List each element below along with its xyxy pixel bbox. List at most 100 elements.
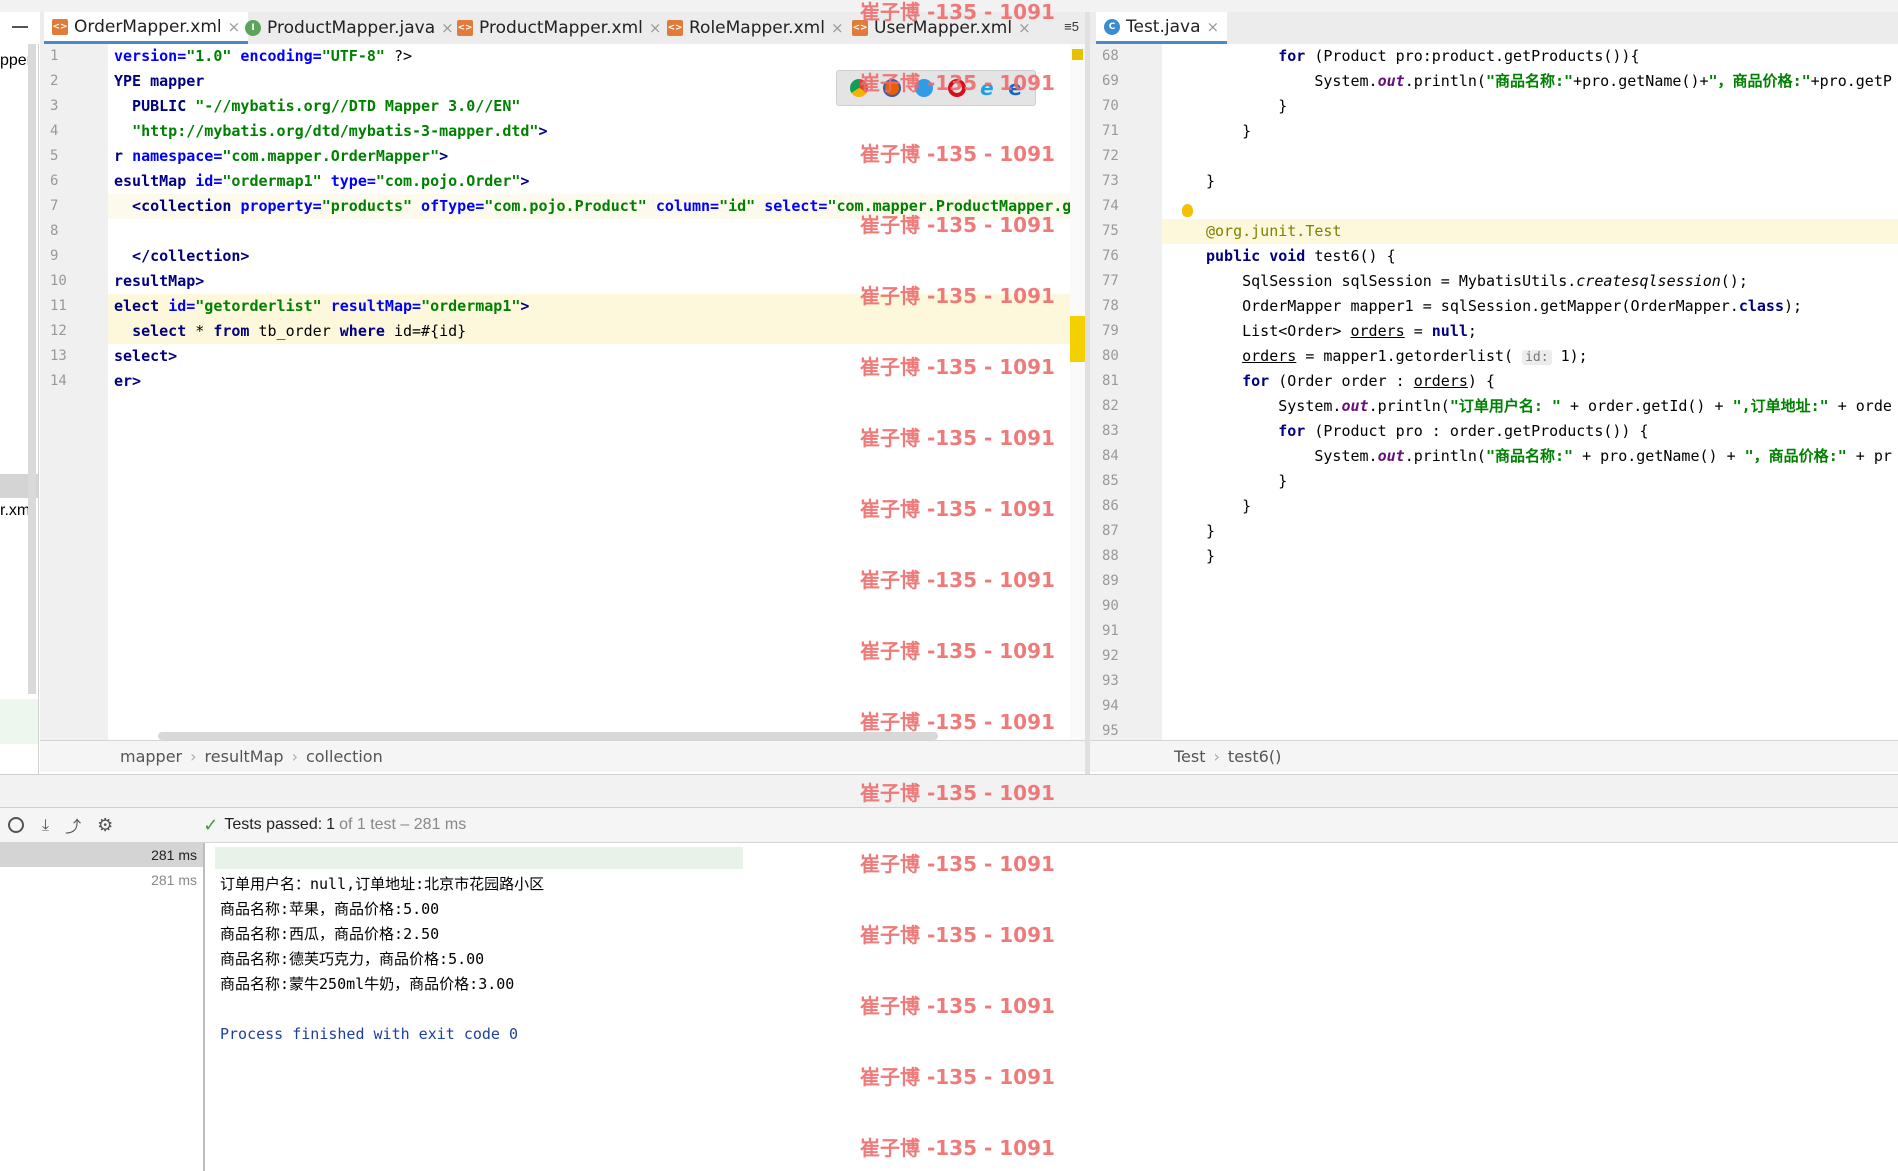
code-line: } — [1206, 519, 1215, 544]
line-number: 3 — [50, 98, 59, 114]
history-icon[interactable] — [8, 817, 24, 833]
code-token: from — [213, 322, 250, 340]
right-breadcrumb: Test › test6() — [1090, 740, 1898, 772]
editor-tab[interactable]: <> OrderMapper.xml × — [44, 12, 249, 44]
code-token: void — [1269, 247, 1306, 265]
code-token: </collection> — [114, 247, 250, 265]
code-token: type= — [321, 172, 376, 190]
code-token: "com.pojo.Order" — [375, 172, 521, 190]
console-first-line-highlight — [215, 847, 743, 869]
code-token: select= — [755, 197, 828, 215]
project-scrollbar[interactable] — [28, 44, 36, 694]
code-token: "，商品价格:" — [1708, 72, 1811, 90]
minimize-panel-button[interactable] — [12, 26, 28, 28]
line-number: 6 — [50, 173, 59, 189]
code-token: PUBLIC — [114, 97, 196, 115]
code-token: orders — [1350, 322, 1405, 340]
tab-label: RoleMapper.xml — [689, 18, 825, 38]
editor-tab[interactable]: <> RoleMapper.xml × — [659, 12, 852, 44]
export-tests-icon[interactable]: ⤴ — [65, 813, 81, 837]
code-line: for (Order order : orders) { — [1206, 369, 1495, 394]
line-number: 7 — [50, 198, 59, 214]
breadcrumb-item[interactable]: collection — [306, 747, 383, 766]
tab-overflow-button[interactable]: ≡5 — [1064, 19, 1079, 34]
breadcrumb-item[interactable]: resultMap — [205, 747, 284, 766]
code-line: r namespace="com.mapper.OrderMapper"> — [114, 144, 448, 169]
code-token: (Product pro:product.getProducts()){ — [1305, 47, 1640, 65]
code-token: out — [1377, 72, 1405, 90]
tests-passed-check-icon: ✓ — [203, 814, 219, 836]
intention-bulb-icon[interactable] — [1182, 204, 1193, 217]
right-tab-bar: C Test.java × — [1090, 12, 1898, 45]
code-token: "，商品价格:" — [1744, 447, 1847, 465]
code-token: } — [1206, 97, 1288, 115]
tab-label: ProductMapper.java — [267, 18, 436, 38]
code-token: } — [1206, 472, 1288, 490]
code-token: resultMap= — [321, 297, 422, 315]
code-token: column= — [646, 197, 720, 215]
code-token: (Order order : — [1269, 372, 1414, 390]
left-editor-gutter: 1 2 3 4 5 6 7 8 9 10 11 12 13 14 — [40, 44, 109, 744]
test-duration: 281 ms — [151, 872, 197, 888]
watermark: 崔子博 -135 - 1091 — [860, 710, 1055, 734]
code-line: esultMap id="ordermap1" type="com.pojo.O… — [114, 169, 529, 194]
project-panel: pper r.xml — [0, 44, 39, 774]
java-interface-icon: I — [245, 20, 261, 36]
line-number: 2 — [50, 73, 59, 89]
watermark: 崔子博 -135 - 1091 — [860, 284, 1055, 308]
code-line: SqlSession sqlSession = MybatisUtils.cre… — [1206, 269, 1748, 294]
code-line: PUBLIC "-//mybatis.org//DTD Mapper 3.0//… — [114, 94, 520, 119]
line-number: 4 — [50, 123, 59, 139]
right-editor-code[interactable]: ↻ for (Product pro:product.getProducts()… — [1162, 44, 1898, 744]
code-token: 1); — [1551, 347, 1588, 365]
highlight-marker[interactable] — [1070, 316, 1085, 362]
editor-tab[interactable]: I ProductMapper.java × — [237, 12, 462, 44]
watermark: 崔子博 -135 - 1091 — [860, 497, 1055, 521]
code-line: } — [1206, 94, 1287, 119]
watermark: 崔子博 -135 - 1091 — [860, 426, 1055, 450]
code-line: System.out.println("商品名称:" + pro.getName… — [1206, 444, 1892, 469]
code-token: for — [1242, 372, 1270, 390]
code-token: out — [1341, 397, 1369, 415]
code-token: version= — [114, 47, 187, 65]
code-token: out — [1377, 447, 1405, 465]
code-token: select — [132, 322, 187, 340]
test-tree: 281 ms 281 ms — [0, 843, 205, 1171]
code-token: System. — [1206, 447, 1378, 465]
breadcrumb-item[interactable]: mapper — [120, 747, 182, 766]
settings-gear-icon[interactable]: ⚙ — [97, 815, 113, 836]
code-token: ",订单地址:" — [1732, 397, 1829, 415]
left-editor-horizontal-scrollbar[interactable] — [158, 732, 938, 740]
code-token: "getorderlist" — [195, 297, 322, 315]
line-number: 11 — [50, 298, 67, 314]
warning-marker[interactable] — [1072, 49, 1083, 60]
code-line: @org.junit.Test — [1206, 219, 1341, 244]
tab-label: OrderMapper.xml — [74, 16, 222, 37]
breadcrumb-item[interactable]: Test — [1174, 747, 1206, 766]
code-token: createsqlsession — [1576, 272, 1721, 290]
close-icon[interactable]: × — [1207, 18, 1220, 36]
editor-tab[interactable]: C Test.java × — [1096, 12, 1228, 44]
import-tests-icon[interactable]: ⤓ — [42, 815, 49, 835]
xml-file-icon: <> — [667, 20, 683, 36]
code-token: = — [1404, 322, 1432, 340]
code-token: > — [520, 172, 530, 190]
code-token: "ordermap1" — [222, 172, 322, 190]
watermark: 崔子博 -135 - 1091 — [860, 1065, 1055, 1089]
code-token: where — [339, 322, 385, 340]
code-line: } — [1206, 469, 1287, 494]
code-token: .println( — [1404, 72, 1486, 90]
watermark: 崔子博 -135 - 1091 — [860, 781, 1055, 805]
code-token: +pro.getP — [1810, 72, 1892, 90]
breadcrumb-item[interactable]: test6() — [1228, 747, 1281, 766]
editor-tab[interactable]: <> ProductMapper.xml × — [449, 12, 669, 44]
right-editor-gutter: 68 69 70 71 72 73 74 75 76 77 78 79 80 81 82 83 84 85 86 87… — [1090, 44, 1163, 744]
close-icon[interactable]: × — [831, 19, 844, 37]
watermark: 崔子博 -135 - 1091 — [860, 568, 1055, 592]
watermark: 崔子博 -135 - 1091 — [860, 923, 1055, 947]
xml-file-icon: <> — [457, 20, 473, 36]
code-token: (); — [1720, 272, 1748, 290]
